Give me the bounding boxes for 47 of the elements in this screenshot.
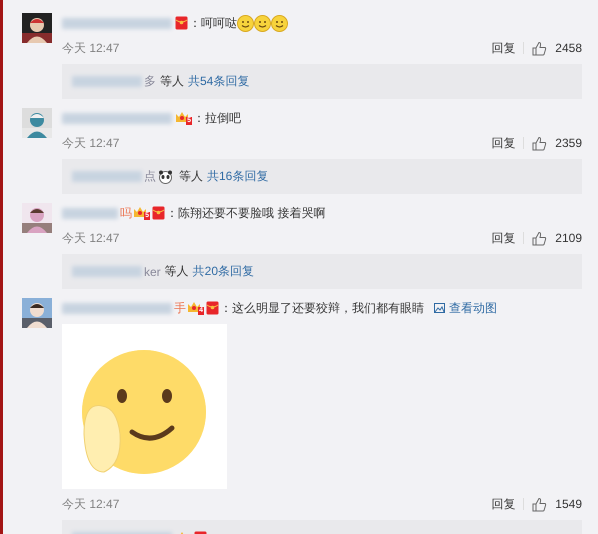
- comment-time: 今天 12:47: [62, 230, 120, 246]
- smiley-icon: [254, 14, 271, 32]
- reply-button[interactable]: 回复: [491, 40, 516, 56]
- reply-button[interactable]: 回复: [491, 230, 516, 246]
- like-count: 2458: [555, 41, 582, 55]
- reply-button[interactable]: 回复: [491, 134, 516, 152]
- blurred-name: [72, 266, 142, 277]
- thumbs-up-icon[interactable]: [532, 230, 548, 246]
- user-name[interactable]: 手: [174, 298, 186, 318]
- reply-user-name[interactable]: 点: [144, 168, 156, 185]
- reply-count-link[interactable]: 共54条回复: [188, 73, 250, 90]
- gift-envelope-icon: [206, 301, 219, 315]
- like-count: 1549: [555, 497, 582, 511]
- comment-time: 今天 12:47: [62, 40, 120, 56]
- comment-text: ：拉倒吧: [193, 110, 241, 127]
- comment-time: 今天 12:47: [62, 134, 120, 152]
- gift-envelope-icon: [175, 16, 188, 30]
- reply-count-link[interactable]: 共20条回复: [192, 263, 254, 280]
- reply-users-label: 等人: [179, 168, 203, 185]
- user-name[interactable]: 吗: [120, 203, 132, 223]
- comment-text: ：陈翔还要不要脸哦 接着哭啊: [166, 205, 326, 222]
- reply-button[interactable]: 回复: [491, 496, 516, 512]
- blurred-name: [72, 171, 142, 182]
- reply-users-label: 等人: [160, 73, 184, 90]
- like-count: 2359: [555, 136, 582, 150]
- view-gif-link[interactable]: 查看动图: [434, 298, 497, 318]
- reply-user-name[interactable]: 多: [144, 73, 156, 90]
- thumbs-up-icon[interactable]: [532, 496, 548, 512]
- comment-text: ：呵呵哒: [189, 15, 237, 32]
- image-icon: [434, 303, 445, 313]
- thumbs-up-icon[interactable]: [532, 40, 548, 56]
- reply-preview[interactable]: 点 等人 共16条回复: [62, 159, 582, 194]
- thumbs-up-icon[interactable]: [532, 136, 548, 150]
- blurred-name: [62, 208, 118, 218]
- reply-preview[interactable]: ker 等人 共20条回复: [62, 254, 582, 289]
- like-count: 2109: [555, 231, 582, 245]
- reply-count-link[interactable]: 共16条回复: [207, 168, 268, 185]
- reply-users-label: 等人: [164, 263, 189, 280]
- gift-envelope-icon: [152, 206, 165, 220]
- smiley-icon: [271, 14, 288, 32]
- comment-text: ：这么明显了还要狡辩，我们都有眼睛: [220, 300, 424, 317]
- blurred-name: [72, 76, 142, 87]
- reply-user-name[interactable]: ker: [144, 264, 161, 278]
- panda-icon: [158, 170, 173, 184]
- reply-preview[interactable]: 多 等人 共54条回复: [62, 64, 582, 99]
- comment-time: 今天 12:47: [62, 496, 120, 512]
- smiley-icon: [237, 14, 254, 32]
